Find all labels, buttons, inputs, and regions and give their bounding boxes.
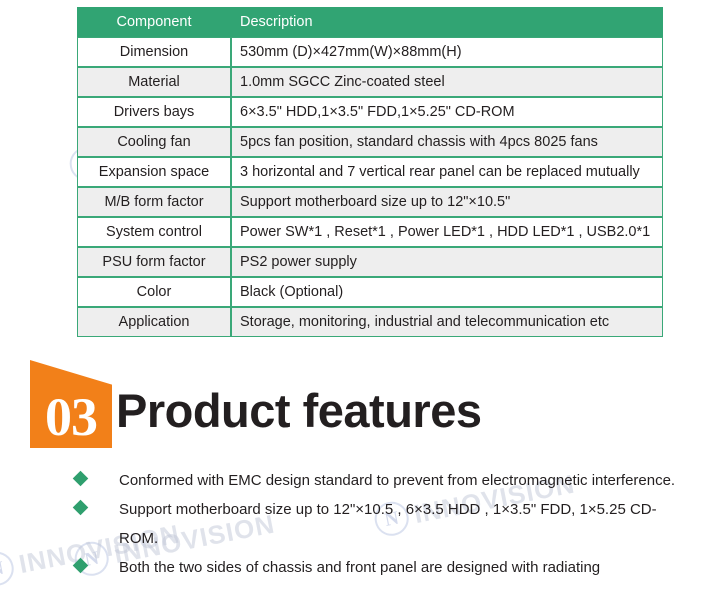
feature-text: Both the two sides of chassis and front … [119,559,601,576]
cell-component: M/B form factor [77,187,231,217]
section-heading: 03 Product features [30,360,482,448]
list-item: Both the two sides of chassis and front … [72,553,695,582]
cell-description: Power SW*1 , Reset*1 , Power LED*1 , HDD… [231,217,663,247]
table-header-row: Component Description [77,7,663,37]
cell-description: 3 horizontal and 7 vertical rear panel c… [231,157,663,187]
table-row: PSU form factor PS2 power supply [77,247,663,277]
cell-description: 1.0mm SGCC Zinc-coated steel [231,67,663,97]
table-row: Material 1.0mm SGCC Zinc-coated steel [77,67,663,97]
cell-component: Material [77,67,231,97]
page-title: Product features [116,384,482,437]
diamond-bullet-icon [72,557,89,574]
column-header-description: Description [231,7,663,37]
specification-table: Component Description Dimension 530mm (D… [77,7,663,337]
table-row: Drivers bays 6×3.5" HDD,1×3.5" FDD,1×5.2… [77,97,663,127]
cell-component: Dimension [77,37,231,67]
table-row: Cooling fan 5pcs fan position, standard … [77,127,663,157]
cell-component: Cooling fan [77,127,231,157]
section-number-badge: 03 [30,360,112,448]
table-row: Dimension 530mm (D)×427mm(W)×88mm(H) [77,37,663,67]
cell-description: PS2 power supply [231,247,663,277]
list-item: Support motherboard size up to 12"×10.5 … [72,495,695,553]
table-row: Application Storage, monitoring, industr… [77,307,663,337]
feature-list: Conformed with EMC design standard to pr… [72,466,695,582]
feature-text: Support motherboard size up to 12"×10.5 … [119,501,657,547]
cell-description: Storage, monitoring, industrial and tele… [231,307,663,337]
cell-description: Black (Optional) [231,277,663,307]
cell-component: Drivers bays [77,97,231,127]
cell-description: Support motherboard size up to 12"×10.5" [231,187,663,217]
cell-component: System control [77,217,231,247]
diamond-bullet-icon [72,499,89,516]
table-row: System control Power SW*1 , Reset*1 , Po… [77,217,663,247]
section-number: 03 [45,387,98,447]
cell-description: 6×3.5" HDD,1×3.5" FDD,1×5.25" CD-ROM [231,97,663,127]
table-row: Color Black (Optional) [77,277,663,307]
cell-component: Expansion space [77,157,231,187]
feature-text: Conformed with EMC design standard to pr… [119,472,676,489]
list-item: Conformed with EMC design standard to pr… [72,466,695,495]
diamond-bullet-icon [72,470,89,487]
column-header-component: Component [77,7,231,37]
specification-table-container: Component Description Dimension 530mm (D… [77,7,663,337]
cell-description: 5pcs fan position, standard chassis with… [231,127,663,157]
cell-component: Application [77,307,231,337]
table-row: Expansion space 3 horizontal and 7 verti… [77,157,663,187]
innovision-logo-icon: N [0,548,17,589]
cell-component: Color [77,277,231,307]
cell-component: PSU form factor [77,247,231,277]
cell-description: 530mm (D)×427mm(W)×88mm(H) [231,37,663,67]
table-row: M/B form factor Support motherboard size… [77,187,663,217]
